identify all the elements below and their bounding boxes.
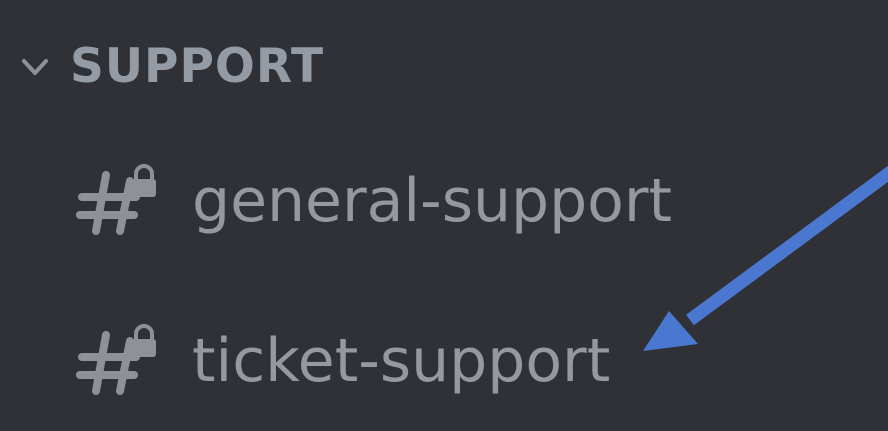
category-label: SUPPORT (70, 38, 325, 94)
chevron-down-icon (22, 59, 48, 75)
category-support[interactable]: SUPPORT (18, 34, 324, 98)
channel-general-support[interactable]: general-support (76, 158, 672, 244)
locked-hashtag-icon (76, 324, 156, 395)
channel-label: general-support (192, 166, 673, 236)
channel-label: ticket-support (192, 326, 611, 396)
locked-hashtag-icon (76, 164, 156, 235)
channel-ticket-support[interactable]: ticket-support (76, 318, 610, 404)
